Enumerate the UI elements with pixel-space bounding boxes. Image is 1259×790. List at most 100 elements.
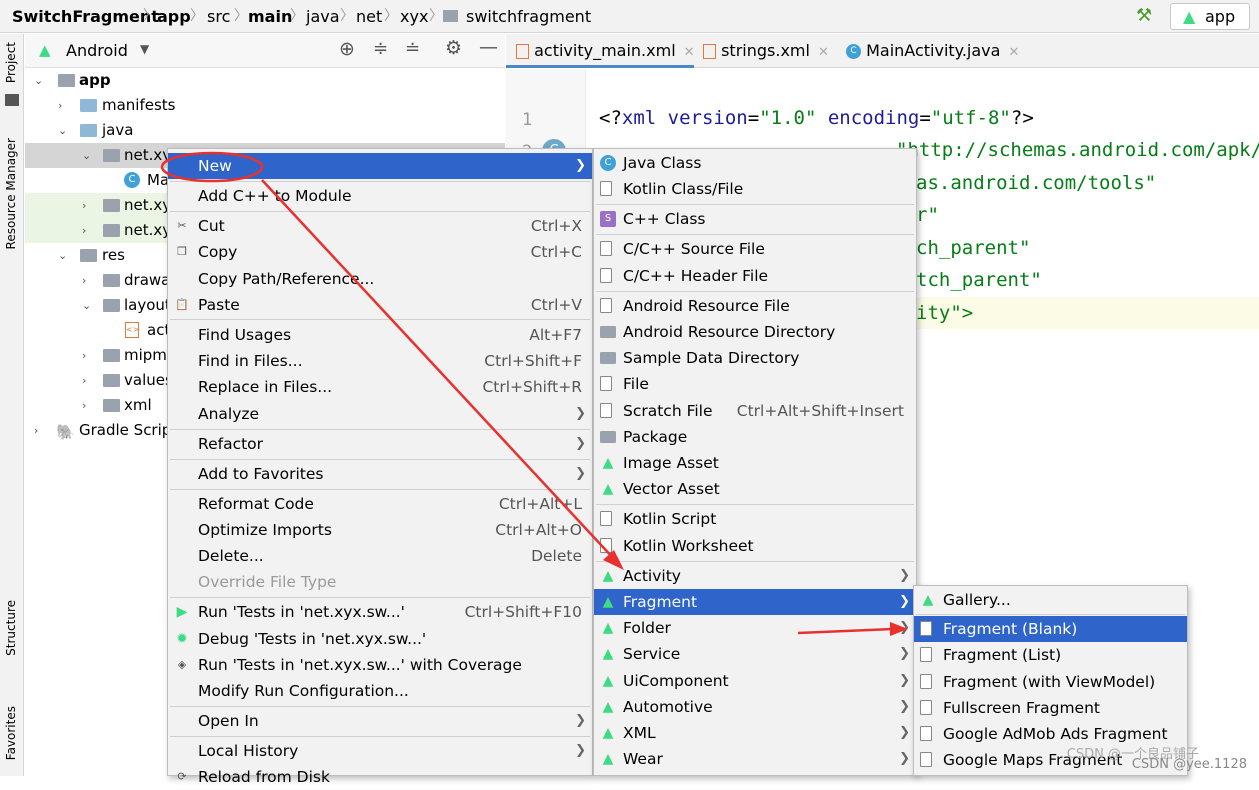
menu-item-c-class[interactable]: S C++ Class bbox=[594, 206, 916, 232]
chevron-right-icon[interactable]: › bbox=[82, 193, 86, 218]
menu-item-open-in[interactable]: Open In ❯ bbox=[168, 708, 592, 734]
menu-item-uicomponent[interactable]: ▲ UiComponent ❯ bbox=[594, 668, 916, 694]
menu-item-android-resource-directory[interactable]: Android Resource Directory bbox=[594, 319, 916, 345]
menu-item-sample-data-directory[interactable]: Sample Data Directory bbox=[594, 345, 916, 371]
navigation-bar: SwitchFragment 〉 app 〉 src 〉 main 〉 java… bbox=[0, 0, 1259, 33]
tree-item-manifests[interactable]: › manifests bbox=[25, 93, 505, 118]
chevron-right-icon[interactable]: › bbox=[82, 368, 86, 393]
breadcrumb-app[interactable]: app bbox=[157, 0, 191, 33]
tree-item-java[interactable]: ⌄ java bbox=[25, 118, 505, 143]
menu-item-paste[interactable]: 📋 Paste Ctrl+V bbox=[168, 292, 592, 318]
project-tool-tab[interactable]: Project bbox=[4, 42, 18, 83]
close-icon[interactable]: ✕ bbox=[684, 45, 695, 60]
menu-item-java-class[interactable]: C Java Class bbox=[594, 150, 916, 176]
menu-item-add-to-favorites[interactable]: Add to Favorites ❯ bbox=[168, 461, 592, 487]
menu-item-delete[interactable]: Delete... Delete bbox=[168, 543, 592, 569]
menu-item-optimize-imports[interactable]: Optimize Imports Ctrl+Alt+O bbox=[168, 517, 592, 543]
menu-item-refactor[interactable]: Refactor ❯ bbox=[168, 431, 592, 457]
chevron-down-icon[interactable]: ⌄ bbox=[82, 293, 91, 318]
menu-item-replace-in-files[interactable]: Replace in Files... Ctrl+Shift+R bbox=[168, 374, 592, 400]
fragment-file-icon bbox=[920, 674, 932, 689]
tab-strings-xml[interactable]: strings.xml ✕ bbox=[703, 34, 838, 68]
minimize-icon[interactable]: — bbox=[479, 36, 498, 58]
menu-item-image-asset[interactable]: ▲ Image Asset bbox=[594, 450, 916, 476]
menu-item-run-tests-in-net-xyx-sw[interactable]: ▶ Run 'Tests in 'net.xyx.sw...' Ctrl+Shift… bbox=[168, 599, 592, 625]
module-folder-icon bbox=[58, 74, 75, 87]
breadcrumb-xyx[interactable]: xyx bbox=[400, 0, 428, 33]
project-view-select[interactable]: Android bbox=[66, 41, 128, 60]
menu-item-fragment-with-viewmodel[interactable]: Fragment (with ViewModel) bbox=[914, 669, 1187, 695]
menu-item-activity[interactable]: ▲ Activity ❯ bbox=[594, 563, 916, 589]
menu-item-xml[interactable]: ▲ XML ❯ bbox=[594, 720, 916, 746]
menu-item-wear[interactable]: ▲ Wear ❯ bbox=[594, 746, 916, 772]
chevron-right-icon[interactable]: › bbox=[58, 93, 62, 118]
android-icon: ▲ bbox=[602, 751, 614, 767]
chevron-right-icon[interactable]: › bbox=[34, 418, 38, 443]
menu-item-kotlin-class-file[interactable]: Kotlin Class/File bbox=[594, 176, 916, 202]
chevron-right-icon[interactable]: › bbox=[82, 393, 86, 418]
menu-item-label: C/C++ Header File bbox=[623, 267, 769, 285]
chevron-down-icon[interactable]: ⌄ bbox=[58, 243, 67, 268]
close-icon[interactable]: ✕ bbox=[1008, 45, 1019, 60]
menu-item-cut[interactable]: ✂ Cut Ctrl+X bbox=[168, 213, 592, 239]
structure-tool-tab[interactable]: Structure bbox=[4, 600, 18, 656]
tab-mainactivity-java[interactable]: C MainActivity.java ✕ bbox=[846, 34, 1036, 68]
menu-item-new[interactable]: New ❯ bbox=[168, 153, 592, 179]
chevron-down-icon[interactable]: ⌄ bbox=[34, 68, 43, 93]
chevron-right-icon[interactable]: › bbox=[82, 268, 86, 293]
menu-item-reformat-code[interactable]: Reformat Code Ctrl+Alt+L bbox=[168, 491, 592, 517]
menu-item-scratch-file[interactable]: Scratch File Ctrl+Alt+Shift+Insert bbox=[594, 398, 916, 424]
collapse-all-icon[interactable]: ≐ bbox=[405, 38, 420, 59]
hammer-icon[interactable]: ⚒ bbox=[1136, 5, 1152, 26]
menu-item-fullscreen-fragment[interactable]: Fullscreen Fragment bbox=[914, 695, 1187, 721]
android-icon: ▲ bbox=[922, 592, 934, 608]
chevron-down-icon[interactable]: ⌄ bbox=[82, 143, 91, 168]
menu-item-local-history[interactable]: Local History ❯ bbox=[168, 738, 592, 764]
favorites-tool-tab[interactable]: Favorites bbox=[4, 706, 18, 760]
tree-item-app[interactable]: ⌄ app bbox=[25, 68, 505, 93]
menu-item-automotive[interactable]: ▲ Automotive ❯ bbox=[594, 694, 916, 720]
chevron-right-icon[interactable]: › bbox=[82, 218, 86, 243]
breadcrumb-java[interactable]: java bbox=[306, 0, 340, 33]
menu-item-reload-from-disk[interactable]: ⟳ Reload from Disk bbox=[168, 764, 592, 790]
menu-item-vector-asset[interactable]: ▲ Vector Asset bbox=[594, 476, 916, 502]
menu-item-run-tests-in-net-xyx-sw-with-coverage[interactable]: ◈ Run 'Tests in 'net.xyx.sw...' with Cove… bbox=[168, 652, 592, 678]
menu-item-c-c-source-file[interactable]: C/C++ Source File bbox=[594, 236, 916, 262]
resource-manager-tool-tab[interactable]: Resource Manager bbox=[4, 138, 18, 249]
menu-item-file[interactable]: File bbox=[594, 371, 916, 397]
locate-icon[interactable]: ⊕ bbox=[339, 38, 355, 60]
menu-item-service[interactable]: ▲ Service ❯ bbox=[594, 641, 916, 667]
expand-all-icon[interactable]: ≑ bbox=[373, 38, 388, 59]
close-icon[interactable]: ✕ bbox=[818, 45, 829, 60]
menu-item-c-c-header-file[interactable]: C/C++ Header File bbox=[594, 263, 916, 289]
copy-icon: ❐ bbox=[177, 245, 187, 258]
run-configuration-select[interactable]: ▲ app bbox=[1170, 3, 1250, 30]
menu-item-debug-tests-in-net-xyx-sw[interactable]: ✹ Debug 'Tests in 'net.xyx.sw...' bbox=[168, 626, 592, 652]
menu-item-kotlin-script[interactable]: Kotlin Script bbox=[594, 506, 916, 532]
menu-item-modify-run-configuration[interactable]: Modify Run Configuration... bbox=[168, 678, 592, 704]
menu-item-gallery[interactable]: ▲ Gallery... bbox=[914, 587, 1187, 613]
menu-item-analyze[interactable]: Analyze ❯ bbox=[168, 401, 592, 427]
menu-item-find-in-files[interactable]: Find in Files... Ctrl+Shift+F bbox=[168, 348, 592, 374]
menu-item-package[interactable]: Package bbox=[594, 424, 916, 450]
menu-item-copy-path-reference[interactable]: Copy Path/Reference... bbox=[168, 266, 592, 292]
gear-icon[interactable]: ⚙ bbox=[445, 37, 462, 59]
menu-item-fragment-list[interactable]: Fragment (List) bbox=[914, 642, 1187, 668]
chevron-down-icon[interactable]: ▼ bbox=[140, 42, 149, 56]
menu-item-android-resource-file[interactable]: Android Resource File bbox=[594, 293, 916, 319]
breadcrumb-project[interactable]: SwitchFragment bbox=[12, 0, 159, 33]
breadcrumb-net[interactable]: net bbox=[356, 0, 382, 33]
menu-item-copy[interactable]: ❐ Copy Ctrl+C bbox=[168, 239, 592, 265]
menu-item-add-c-to-module[interactable]: Add C++ to Module bbox=[168, 183, 592, 209]
menu-item-fragment-blank[interactable]: Fragment (Blank) bbox=[914, 616, 1187, 642]
breadcrumb-main[interactable]: main bbox=[248, 0, 292, 33]
breadcrumb-switchfragment[interactable]: switchfragment bbox=[466, 0, 591, 33]
chevron-right-icon[interactable]: › bbox=[82, 343, 86, 368]
chevron-down-icon[interactable]: ⌄ bbox=[58, 118, 67, 143]
tab-activity-main-xml[interactable]: activity_main.xml ✕ bbox=[506, 34, 695, 68]
menu-item-fragment[interactable]: ▲ Fragment ❯ bbox=[594, 589, 916, 615]
menu-item-find-usages[interactable]: Find Usages Alt+F7 bbox=[168, 322, 592, 348]
breadcrumb-src[interactable]: src bbox=[207, 0, 230, 33]
menu-item-folder[interactable]: ▲ Folder ❯ bbox=[594, 615, 916, 641]
menu-item-kotlin-worksheet[interactable]: Kotlin Worksheet bbox=[594, 533, 916, 559]
